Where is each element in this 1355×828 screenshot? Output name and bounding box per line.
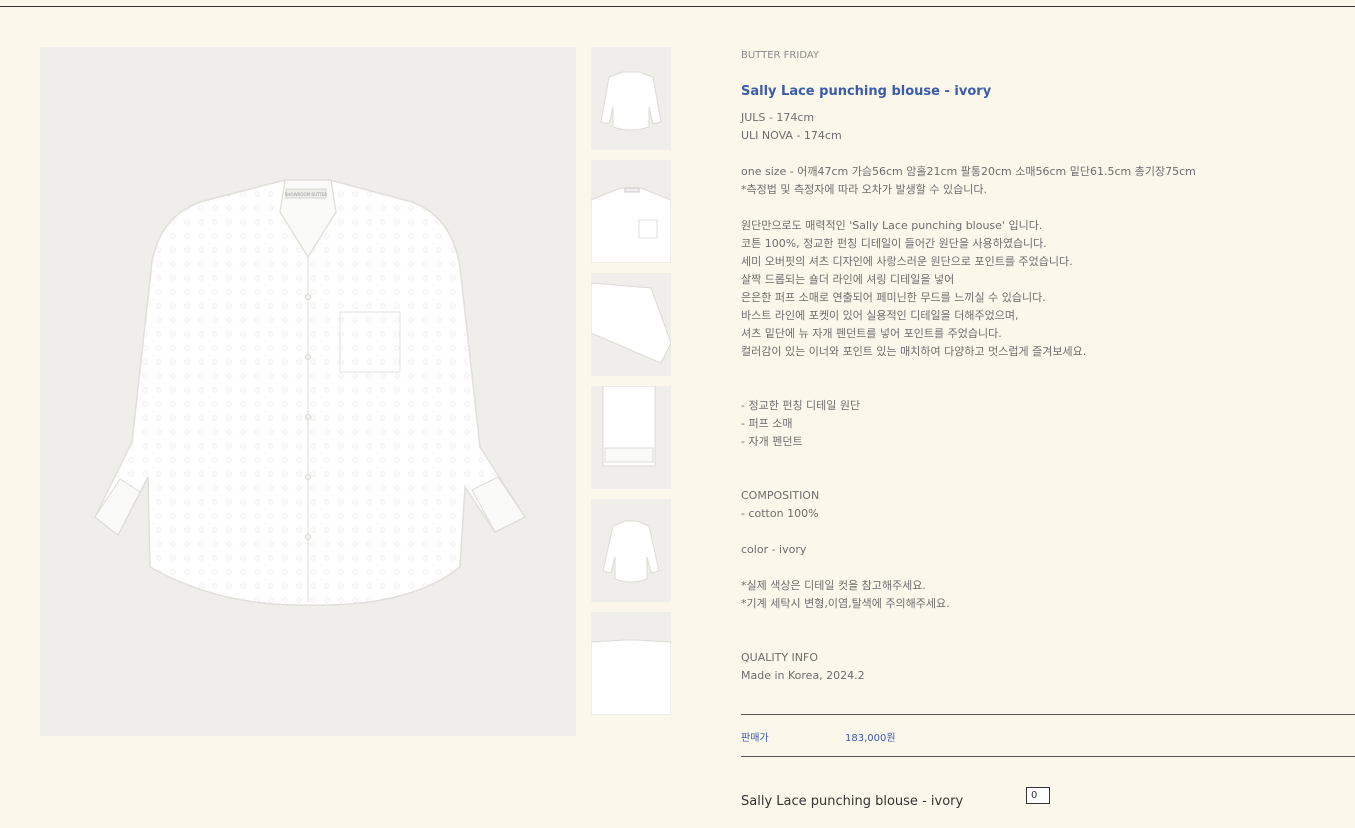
thumbnail-4[interactable] <box>591 386 671 489</box>
thumbnail-3[interactable] <box>591 273 671 376</box>
feature-item: - 퍼프 소매 <box>741 417 793 430</box>
description-line: 세미 오버핏의 셔츠 디자인에 사랑스러운 원단으로 포인트를 주었습니다. <box>741 255 1073 268</box>
model-line: JULS - 174cm <box>741 111 815 124</box>
feature-item: - 정교한 펀칭 디테일 원단 <box>741 399 861 412</box>
thumbnail-list <box>591 47 671 725</box>
feature-item: - 자개 펜던트 <box>741 435 803 448</box>
quality-section: QUALITY INFO Made in Korea, 2024.2 <box>741 649 1355 685</box>
quality-title: QUALITY INFO <box>741 651 818 664</box>
feature-list: - 정교한 펀칭 디테일 원단 - 퍼프 소매 - 자개 펜던트 <box>741 397 1355 451</box>
description-line: 은은한 퍼프 소매로 연출되어 페미닌한 무드를 느끼실 수 있습니다. <box>741 291 1046 304</box>
care-notes: *실제 색상은 디테일 컷을 참고해주세요. *기계 세탁시 변형,이염,탈색에… <box>741 577 1355 613</box>
header-divider <box>0 6 1355 7</box>
thumbnail-1[interactable] <box>591 47 671 150</box>
price-label: 판매가 <box>741 733 769 744</box>
thumbnail-6[interactable] <box>591 612 671 715</box>
blouse-illustration: SHOWROOM BUTTER <box>94 179 527 606</box>
thumbnail-2[interactable] <box>591 160 671 263</box>
model-line: ULI NOVA - 174cm <box>741 129 842 142</box>
size-note: *측정법 및 측정자에 따라 오차가 발생할 수 있습니다. <box>741 183 987 196</box>
brand-name[interactable]: BUTTER FRIDAY <box>741 47 1355 65</box>
composition-title: COMPOSITION <box>741 489 820 502</box>
color-info: color - ivory <box>741 543 807 556</box>
quantity-input[interactable] <box>1026 787 1050 804</box>
price-row: 판매가 183,000원 <box>741 714 1355 757</box>
svg-text:SHOWROOM BUTTER: SHOWROOM BUTTER <box>285 192 327 197</box>
care-note: *실제 색상은 디테일 컷을 참고해주세요. <box>741 579 926 592</box>
selected-option: Sally Lace punching blouse - ivory <box>741 787 1355 817</box>
description: 원단만으로도 매력적인 'Sally Lace punching blouse'… <box>741 217 1355 361</box>
thumbnail-5[interactable] <box>591 499 671 602</box>
description-line: 살짝 드롭되는 숄더 라인에 셔링 디테일을 넣어 <box>741 273 955 286</box>
quality-value: Made in Korea, 2024.2 <box>741 669 865 682</box>
main-product-image[interactable]: SHOWROOM BUTTER <box>40 47 576 736</box>
product-info: BUTTER FRIDAY Sally Lace punching blouse… <box>741 47 1355 685</box>
composition-value: - cotton 100% <box>741 507 819 520</box>
description-line: 코튼 100%, 정교한 펀칭 디테일이 들어간 원단을 사용하였습니다. <box>741 237 1047 250</box>
description-line: 셔츠 밑단에 뉴 자개 펜던트를 넣어 포인트를 주었습니다. <box>741 327 1002 340</box>
option-name: Sally Lace punching blouse - ivory <box>741 794 964 809</box>
description-line: 원단만으로도 매력적인 'Sally Lace punching blouse'… <box>741 219 1043 232</box>
size-line: one size - 어깨47cm 가슴56cm 암홀21cm 팔통20cm 소… <box>741 165 1196 178</box>
size-info: one size - 어깨47cm 가슴56cm 암홀21cm 팔통20cm 소… <box>741 163 1355 199</box>
description-line: 바스트 라인에 포켓이 있어 실용적인 디테일을 더해주었으며, <box>741 309 1019 322</box>
description-line: 컬러감이 있는 이너와 포인트 있는 매치하여 다양하고 멋스럽게 즐겨보세요. <box>741 345 1087 358</box>
composition-section: COMPOSITION - cotton 100% <box>741 487 1355 523</box>
model-info: JULS - 174cm ULI NOVA - 174cm <box>741 109 1355 145</box>
price-value: 183,000원 <box>845 733 896 744</box>
product-title: Sally Lace punching blouse - ivory <box>741 84 992 99</box>
care-note: *기계 세탁시 변형,이염,탈색에 주의해주세요. <box>741 597 950 610</box>
